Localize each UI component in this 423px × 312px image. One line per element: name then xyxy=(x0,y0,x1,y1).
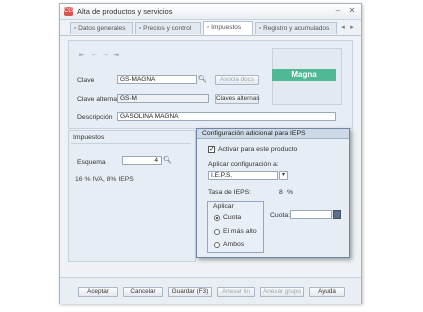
option-el-mas-alto-label: El más alto xyxy=(223,228,257,235)
chevron-down-icon[interactable]: ▾ xyxy=(279,171,288,180)
title-bar: CG Alta de productos y servicios – ✕ xyxy=(60,4,361,20)
tab-datos-generales[interactable]: ▫ Datos generales xyxy=(70,22,133,34)
aplicar-group: Aplicar Cuota El más alto Ambos xyxy=(207,201,264,253)
tab-label: Registro y acumulados xyxy=(263,25,330,32)
product-panel: ⇤ ← → ⇥ Clave GS-MAGNA 🔍︎ Asocia docs Cl… xyxy=(68,40,353,129)
activar-checkbox[interactable]: ✓ xyxy=(208,146,215,153)
guardar-button[interactable]: Guardar (F3) xyxy=(168,287,212,297)
option-cuota-label: Cuota xyxy=(223,214,242,221)
descripcion-input[interactable]: GASOLINA MAGNA xyxy=(117,112,336,121)
tab-scroll-right-icon[interactable]: ▸ xyxy=(348,23,356,33)
ayuda-button[interactable]: Ayuda xyxy=(309,287,345,297)
footer-bar: Aceptar Cancelar Guardar (F3) Anexar lin… xyxy=(60,277,361,304)
anexar-lin-button[interactable]: Anexar lin xyxy=(217,287,255,297)
tab-bar: ▫ Datos generales ▫ Precios y control ▫ … xyxy=(60,20,361,36)
next-record-icon[interactable]: → xyxy=(102,51,109,58)
search-icon[interactable]: 🔍︎ xyxy=(198,75,207,84)
aplicar-group-title: Aplicar xyxy=(213,203,234,210)
aplicar-config-select[interactable]: I.E.P.S. xyxy=(208,171,278,180)
app-icon: CG xyxy=(64,7,73,16)
cancelar-button[interactable]: Cancelar xyxy=(123,287,163,297)
ieps-config-popup: Configuración adicional para IEPS ✓ Acti… xyxy=(196,128,350,258)
clave-label: Clave xyxy=(77,77,95,84)
doc-icon: ▫ xyxy=(74,25,77,32)
descripcion-label: Descripción xyxy=(77,114,113,121)
last-record-icon[interactable]: ⇥ xyxy=(113,51,119,59)
radio-el-mas-alto[interactable] xyxy=(214,229,220,235)
asocia-docs-button[interactable]: Asocia docs xyxy=(215,75,259,85)
divider xyxy=(71,143,191,144)
search-icon[interactable]: 🔍︎ xyxy=(163,156,172,164)
cuota-input[interactable] xyxy=(290,210,332,219)
doc-icon: ▫ xyxy=(259,25,262,32)
doc-icon: ▫ xyxy=(207,24,210,31)
impuestos-panel: Impuestos Esquema 4 🔍︎ 16 % IVA, 8% IEPS xyxy=(68,130,196,262)
clave-input[interactable]: GS-MAGNA xyxy=(117,75,197,84)
first-record-icon[interactable]: ⇤ xyxy=(79,51,85,59)
clave-alterna-input[interactable]: GS-M xyxy=(117,94,209,103)
esquema-input[interactable]: 4 xyxy=(122,156,162,165)
radio-ambos[interactable] xyxy=(214,242,220,248)
anexar-grupo-button[interactable]: Anexar grupo xyxy=(260,287,304,297)
tab-label: Datos generales xyxy=(78,25,126,32)
option-ambos-label: Ambos xyxy=(223,241,245,248)
tab-impuestos[interactable]: ▫ Impuestos xyxy=(203,21,253,35)
impuestos-section-title: Impuestos xyxy=(73,134,105,141)
clave-alterna-label: Clave alterna xyxy=(77,96,118,103)
tasa-unit: % xyxy=(287,189,294,196)
tab-scroll-left-icon[interactable]: ◂ xyxy=(339,23,347,33)
tasa-label: Tasa de IEPS: xyxy=(208,189,252,196)
tab-registro-acumulados[interactable]: ▫ Registro y acumulados xyxy=(255,22,337,34)
minimize-icon[interactable]: – xyxy=(332,6,344,16)
radio-cuota[interactable] xyxy=(214,215,220,221)
prev-record-icon[interactable]: ← xyxy=(91,51,98,58)
cuota-label: Cuota: xyxy=(270,212,291,219)
tab-label: Impuestos xyxy=(211,24,242,31)
aceptar-button[interactable]: Aceptar xyxy=(78,287,118,297)
calculator-icon[interactable] xyxy=(333,210,341,219)
product-logo: Magna xyxy=(272,69,336,81)
activar-label: Activar para este producto xyxy=(218,146,298,153)
aplicar-config-label: Aplicar configuración a: xyxy=(208,161,279,168)
tab-label: Precios y control xyxy=(143,25,192,32)
doc-icon: ▫ xyxy=(139,25,142,32)
window-title: Alta de productos y servicios xyxy=(77,7,173,16)
close-icon[interactable]: ✕ xyxy=(346,6,358,16)
tab-precios-control[interactable]: ▫ Precios y control xyxy=(135,22,201,34)
tasa-value: 8 xyxy=(279,189,283,196)
popup-title: Configuración adicional para IEPS xyxy=(197,129,349,139)
tax-summary: 16 % IVA, 8% IEPS xyxy=(75,176,134,183)
esquema-label: Esquema xyxy=(77,159,106,166)
claves-alternas-button[interactable]: Claves alternas xyxy=(215,94,259,104)
